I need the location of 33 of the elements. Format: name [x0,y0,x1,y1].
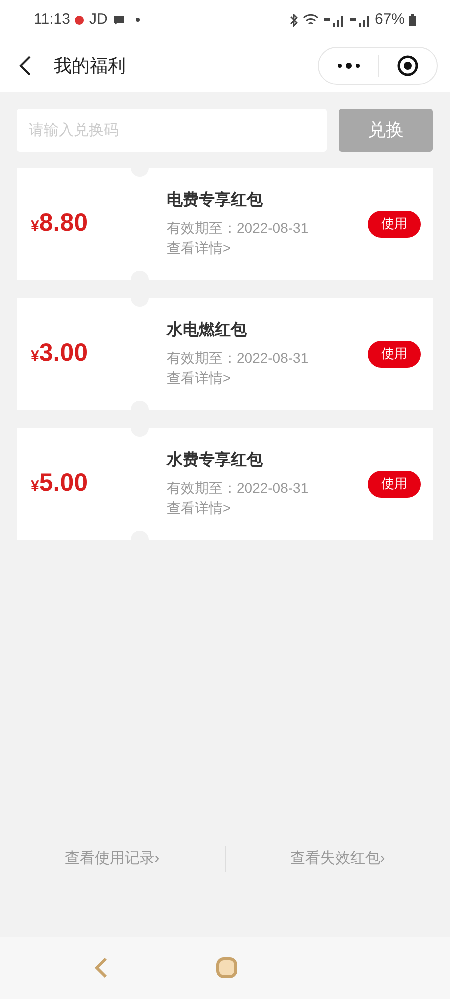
expiry-date: 有效期至：2022-08-31 [167,349,310,368]
footer-link[interactable]: 查看失效红包› [290,848,386,870]
currency-symbol: ¥ [31,216,40,237]
chat-icon [112,14,125,26]
status-time: 11:13 [34,10,70,30]
expiry-date: 有效期至：2022-08-31 [167,479,310,498]
battery-percent: 67% [374,10,405,30]
wifi-icon [302,14,319,26]
coupon-amount: 3.00 [39,338,88,370]
use-button[interactable]: 使用 [368,470,421,498]
coupon-name: 电费专享红包 [167,190,264,211]
back-icon[interactable] [18,55,32,77]
signal-icon [322,14,345,26]
coupon-amount: 5.00 [39,468,88,500]
close-target-icon[interactable] [397,55,419,77]
bluetooth-icon [288,14,299,26]
details-link[interactable]: 查看详情> [167,368,232,388]
more-icon[interactable] [337,62,361,70]
battery-icon [409,14,416,26]
coupon-name: 水费专享红包 [167,450,264,471]
carrier-label: JD [89,10,108,30]
use-button[interactable]: 使用 [368,210,421,238]
coupon-name: 水电燃红包 [167,320,248,341]
footer-link[interactable]: 查看使用记录› [64,848,160,870]
page-title: 我的福利 [54,54,126,78]
signal-icon [348,14,371,26]
use-button[interactable]: 使用 [368,340,421,368]
details-link[interactable]: 查看详情> [167,498,232,518]
details-link[interactable]: 查看详情> [167,238,232,258]
expiry-date: 有效期至：2022-08-31 [167,219,310,238]
currency-symbol: ¥ [31,476,40,497]
coupon-amount: 8.80 [39,208,88,240]
currency-symbol: ¥ [31,346,40,367]
